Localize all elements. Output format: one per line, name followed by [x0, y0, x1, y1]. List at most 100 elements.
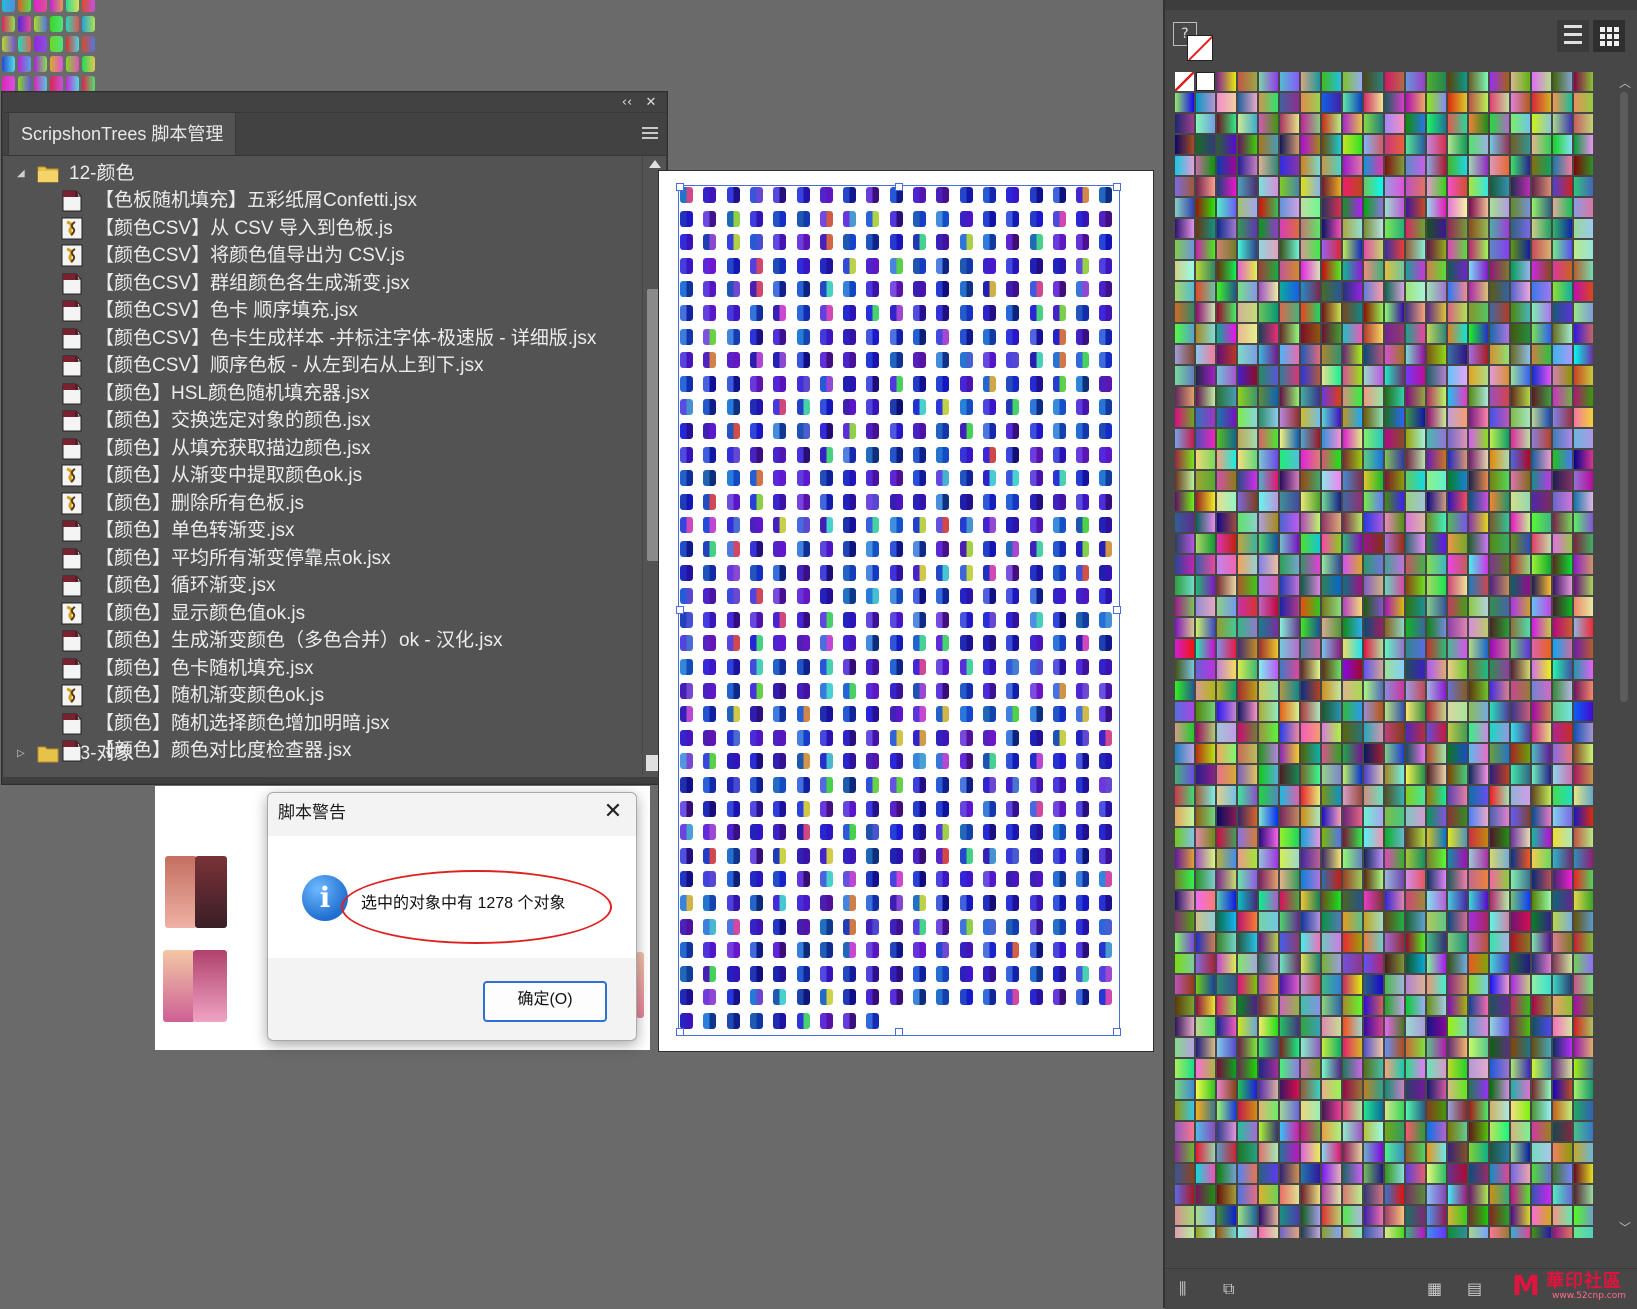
swatch[interactable]	[1175, 1059, 1194, 1078]
swatch[interactable]	[1427, 93, 1446, 112]
swatch[interactable]	[1196, 261, 1215, 280]
swatch[interactable]	[1280, 198, 1299, 217]
swatch[interactable]	[1238, 639, 1257, 658]
swatch[interactable]	[1364, 135, 1383, 154]
swatch[interactable]	[1511, 870, 1530, 889]
swatch[interactable]	[1574, 933, 1593, 952]
swatch[interactable]	[1280, 912, 1299, 931]
swatch[interactable]	[1385, 303, 1404, 322]
swatch[interactable]	[1217, 954, 1236, 973]
swatch[interactable]	[1574, 219, 1593, 238]
swatch[interactable]	[1385, 870, 1404, 889]
swatch[interactable]	[1322, 828, 1341, 847]
swatch[interactable]	[1196, 723, 1215, 742]
swatch[interactable]	[1427, 429, 1446, 448]
swatch[interactable]	[1364, 72, 1383, 91]
swatch[interactable]	[1343, 492, 1362, 511]
swatch[interactable]	[1574, 177, 1593, 196]
swatch[interactable]	[1469, 261, 1488, 280]
swatch[interactable]	[1196, 1080, 1215, 1099]
swatch[interactable]	[1532, 933, 1551, 952]
swatch[interactable]	[1238, 282, 1257, 301]
swatch[interactable]	[1490, 975, 1509, 994]
swatch[interactable]	[1385, 702, 1404, 721]
swatch[interactable]	[1364, 345, 1383, 364]
swatch[interactable]	[1406, 681, 1425, 700]
swatch[interactable]	[1406, 492, 1425, 511]
scroll-thumb[interactable]	[1620, 92, 1628, 702]
swatch[interactable]	[1175, 114, 1194, 133]
swatch[interactable]	[1427, 996, 1446, 1015]
swatch[interactable]	[1217, 219, 1236, 238]
swatch[interactable]	[1343, 261, 1362, 280]
swatch[interactable]	[1532, 93, 1551, 112]
swatch[interactable]	[1511, 618, 1530, 637]
swatch[interactable]	[1427, 1185, 1446, 1204]
swatch[interactable]	[1322, 1143, 1341, 1162]
swatch[interactable]	[1490, 660, 1509, 679]
swatch[interactable]	[1448, 1206, 1467, 1225]
swatch[interactable]	[1301, 891, 1320, 910]
swatch[interactable]	[1280, 1143, 1299, 1162]
swatch[interactable]	[1259, 240, 1278, 259]
swatch[interactable]	[1238, 891, 1257, 910]
swatch[interactable]	[1259, 597, 1278, 616]
swatch[interactable]	[1553, 1017, 1572, 1036]
swatch[interactable]	[1343, 219, 1362, 238]
swatch[interactable]	[1427, 135, 1446, 154]
swatch[interactable]	[1259, 639, 1278, 658]
tree-folder[interactable]: ◢ 12-颜色	[3, 160, 641, 187]
swatch[interactable]	[1175, 471, 1194, 490]
swatch[interactable]	[1364, 1038, 1383, 1057]
swatch[interactable]	[1322, 240, 1341, 259]
swatch[interactable]	[1175, 870, 1194, 889]
swatch[interactable]	[1238, 723, 1257, 742]
swatch[interactable]	[1301, 954, 1320, 973]
swatch[interactable]	[1532, 870, 1551, 889]
swatch[interactable]	[1448, 1164, 1467, 1183]
gradient-swatch[interactable]	[163, 950, 195, 1022]
swatch[interactable]	[1406, 534, 1425, 553]
swatch[interactable]	[1574, 450, 1593, 469]
swatch[interactable]	[1427, 450, 1446, 469]
swatch[interactable]	[1196, 1101, 1215, 1120]
gradient-swatch[interactable]	[165, 856, 197, 928]
swatch[interactable]	[1490, 933, 1509, 952]
swatch[interactable]	[1364, 240, 1383, 259]
swatch[interactable]	[1385, 534, 1404, 553]
swatch[interactable]	[1364, 1206, 1383, 1225]
swatch[interactable]	[1322, 471, 1341, 490]
swatch[interactable]	[1196, 1227, 1215, 1238]
swatch[interactable]	[1196, 618, 1215, 637]
swatch[interactable]	[1301, 807, 1320, 826]
swatch[interactable]	[1175, 723, 1194, 742]
swatch[interactable]	[1322, 660, 1341, 679]
swatch[interactable]	[1364, 261, 1383, 280]
swatch[interactable]	[1385, 891, 1404, 910]
swatch[interactable]	[1238, 912, 1257, 931]
swatch[interactable]	[1406, 744, 1425, 763]
swatch[interactable]	[1175, 744, 1194, 763]
swatch[interactable]	[1343, 1101, 1362, 1120]
swatch[interactable]	[1553, 93, 1572, 112]
swatch[interactable]	[1553, 1080, 1572, 1099]
swatch[interactable]	[1238, 93, 1257, 112]
swatch[interactable]	[1574, 555, 1593, 574]
swatch[interactable]	[1364, 1080, 1383, 1099]
swatch[interactable]	[1448, 597, 1467, 616]
swatch[interactable]	[1322, 702, 1341, 721]
swatch[interactable]	[1217, 891, 1236, 910]
swatch[interactable]	[1532, 303, 1551, 322]
swatch[interactable]	[1427, 891, 1446, 910]
swatch[interactable]	[1490, 954, 1509, 973]
swatch[interactable]	[1553, 597, 1572, 616]
swatch[interactable]	[1469, 1122, 1488, 1141]
swatch[interactable]	[1427, 1080, 1446, 1099]
swatch[interactable]	[1553, 177, 1572, 196]
swatch[interactable]	[1238, 366, 1257, 385]
swatch[interactable]	[1490, 1017, 1509, 1036]
swatch[interactable]	[1238, 954, 1257, 973]
swatch[interactable]	[1175, 1122, 1194, 1141]
swatch[interactable]	[1196, 198, 1215, 217]
swatch[interactable]	[1301, 723, 1320, 742]
